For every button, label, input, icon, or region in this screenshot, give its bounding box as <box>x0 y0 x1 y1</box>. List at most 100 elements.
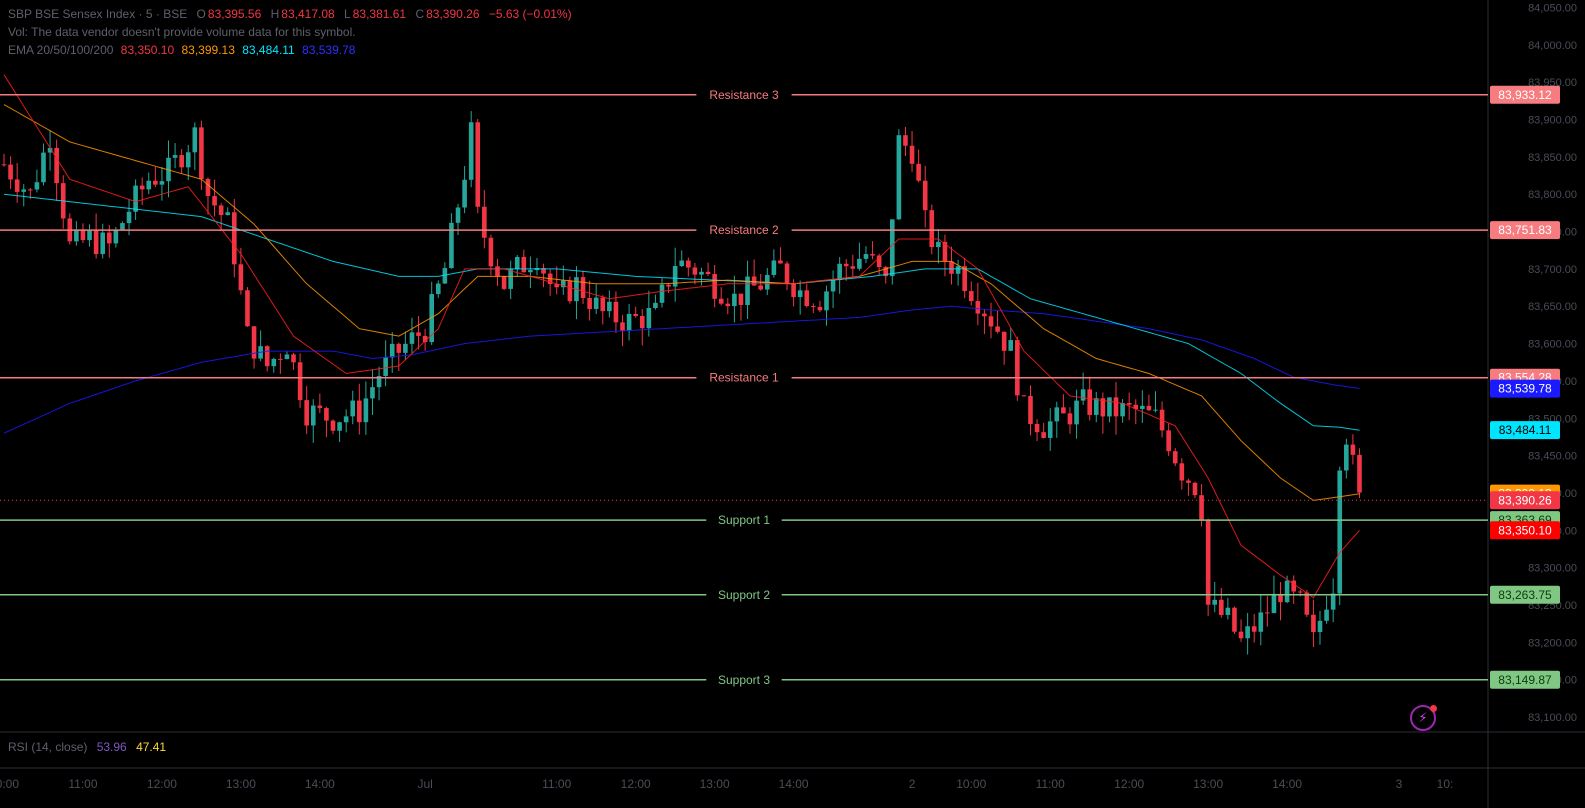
candle-body <box>1245 626 1250 639</box>
candle-body <box>909 145 915 164</box>
ema20-line <box>3 74 1360 599</box>
x-tick-label: 11:00 <box>542 777 571 791</box>
candle-body <box>916 163 921 181</box>
price-tag-label: 83,539.78 <box>1498 382 1552 396</box>
chart-area[interactable]: 83,100.0083,150.0083,200.0083,250.0083,3… <box>0 0 1585 808</box>
candle-body <box>811 306 816 308</box>
lightning-icon[interactable]: ⚡ <box>1410 705 1437 731</box>
candle-body <box>955 266 961 274</box>
candle-body <box>317 405 323 409</box>
candle-body <box>495 266 500 277</box>
x-tick-label: 12:00 <box>621 777 651 791</box>
candle-body <box>278 358 283 360</box>
symbol-title[interactable]: SBP BSE Sensex Index · 5 · BSE <box>8 7 187 21</box>
candle-body <box>1028 395 1033 424</box>
candle-body <box>639 316 645 329</box>
candle-body <box>74 229 79 242</box>
candle-body <box>738 293 744 305</box>
candle-body <box>705 271 711 275</box>
candle-body <box>982 313 987 317</box>
y-tick-label: 83,100.00 <box>1528 712 1577 724</box>
x-tick-label: 12:00 <box>1114 777 1144 791</box>
level-label: Support 1 <box>718 513 770 527</box>
candle-body <box>350 400 356 417</box>
candle-body <box>521 256 527 273</box>
ema-label[interactable]: EMA 20/50/100/200 <box>8 43 113 57</box>
candle-body <box>1146 405 1152 411</box>
x-tick-label: 11:00 <box>1036 777 1065 791</box>
candle-body <box>824 291 829 311</box>
high-label: H <box>270 7 280 21</box>
candle-body <box>653 302 658 308</box>
candle-body <box>212 195 217 206</box>
candle-body <box>863 254 869 259</box>
x-tick-label: 10: <box>1437 777 1454 791</box>
price-tag-label: 83,933.12 <box>1498 88 1552 102</box>
ema200-line <box>3 305 1360 434</box>
candle-body <box>968 291 974 302</box>
y-tick-label: 83,300.00 <box>1528 563 1577 575</box>
candle-body <box>482 206 487 238</box>
rsi-label[interactable]: RSI (14, close) <box>8 740 87 754</box>
candle-body <box>850 266 856 269</box>
y-tick-label: 83,800.00 <box>1528 189 1577 201</box>
x-tick-label: 13:00 <box>700 777 730 791</box>
candle-body <box>310 405 316 426</box>
candle-body <box>330 420 336 431</box>
x-tick-label: 10:00 <box>0 777 19 791</box>
high-value: 83,417.08 <box>281 7 335 21</box>
candle-body <box>580 277 586 298</box>
y-tick-label: 83,650.00 <box>1528 301 1577 313</box>
candle-body <box>1061 407 1066 414</box>
x-tick-label: 13:00 <box>1193 777 1223 791</box>
candle-body <box>1087 389 1092 415</box>
change-value: −5.63 (−0.01%) <box>488 7 572 21</box>
candle-body <box>903 135 908 146</box>
x-tick-label: 12:00 <box>147 777 177 791</box>
y-tick-label: 83,450.00 <box>1528 451 1577 463</box>
y-tick-label: 83,850.00 <box>1528 152 1577 164</box>
candle-body <box>357 400 362 423</box>
candle-body <box>633 313 638 317</box>
candle-body <box>528 270 533 273</box>
x-tick-label: 14:00 <box>305 777 335 791</box>
candle-body <box>126 211 132 224</box>
ema100-value: 83,484.11 <box>242 43 295 57</box>
candle-body <box>587 297 592 309</box>
candle-body <box>1067 413 1073 425</box>
candle-body <box>830 280 836 292</box>
candle-body <box>1080 389 1086 401</box>
candle-body <box>28 189 33 191</box>
price-tag-label: 83,350.10 <box>1498 523 1552 537</box>
candle-body <box>389 343 395 358</box>
candle-body <box>238 264 244 291</box>
candle-body <box>54 147 59 184</box>
candle-body <box>8 164 13 180</box>
candle-body <box>567 280 573 302</box>
candle-body <box>778 260 783 264</box>
candle-body <box>363 398 369 423</box>
candle-body <box>225 212 231 216</box>
ema50-line <box>3 104 1360 501</box>
candle-body <box>284 354 290 360</box>
candle-body <box>1001 331 1007 351</box>
close-label: C <box>415 7 425 21</box>
candle-body <box>435 283 441 295</box>
candle-body <box>41 152 46 183</box>
candle-body <box>988 316 994 327</box>
candle-body <box>1212 599 1218 605</box>
candle-body <box>791 283 796 298</box>
candle-body <box>370 387 375 399</box>
candle-body <box>93 230 99 255</box>
low-label: L <box>344 7 351 21</box>
candle-body <box>1324 609 1329 621</box>
candle-body <box>1258 612 1264 632</box>
candle-body <box>929 210 935 248</box>
level-label: Resistance 2 <box>709 223 779 237</box>
candle-body <box>870 254 875 256</box>
candle-body <box>1205 520 1211 605</box>
candle-body <box>153 180 158 185</box>
candlestick-chart[interactable]: 83,100.0083,150.0083,200.0083,250.0083,3… <box>0 0 1585 808</box>
y-tick-label: 83,700.00 <box>1528 264 1577 276</box>
x-tick-label: 11:00 <box>68 777 97 791</box>
